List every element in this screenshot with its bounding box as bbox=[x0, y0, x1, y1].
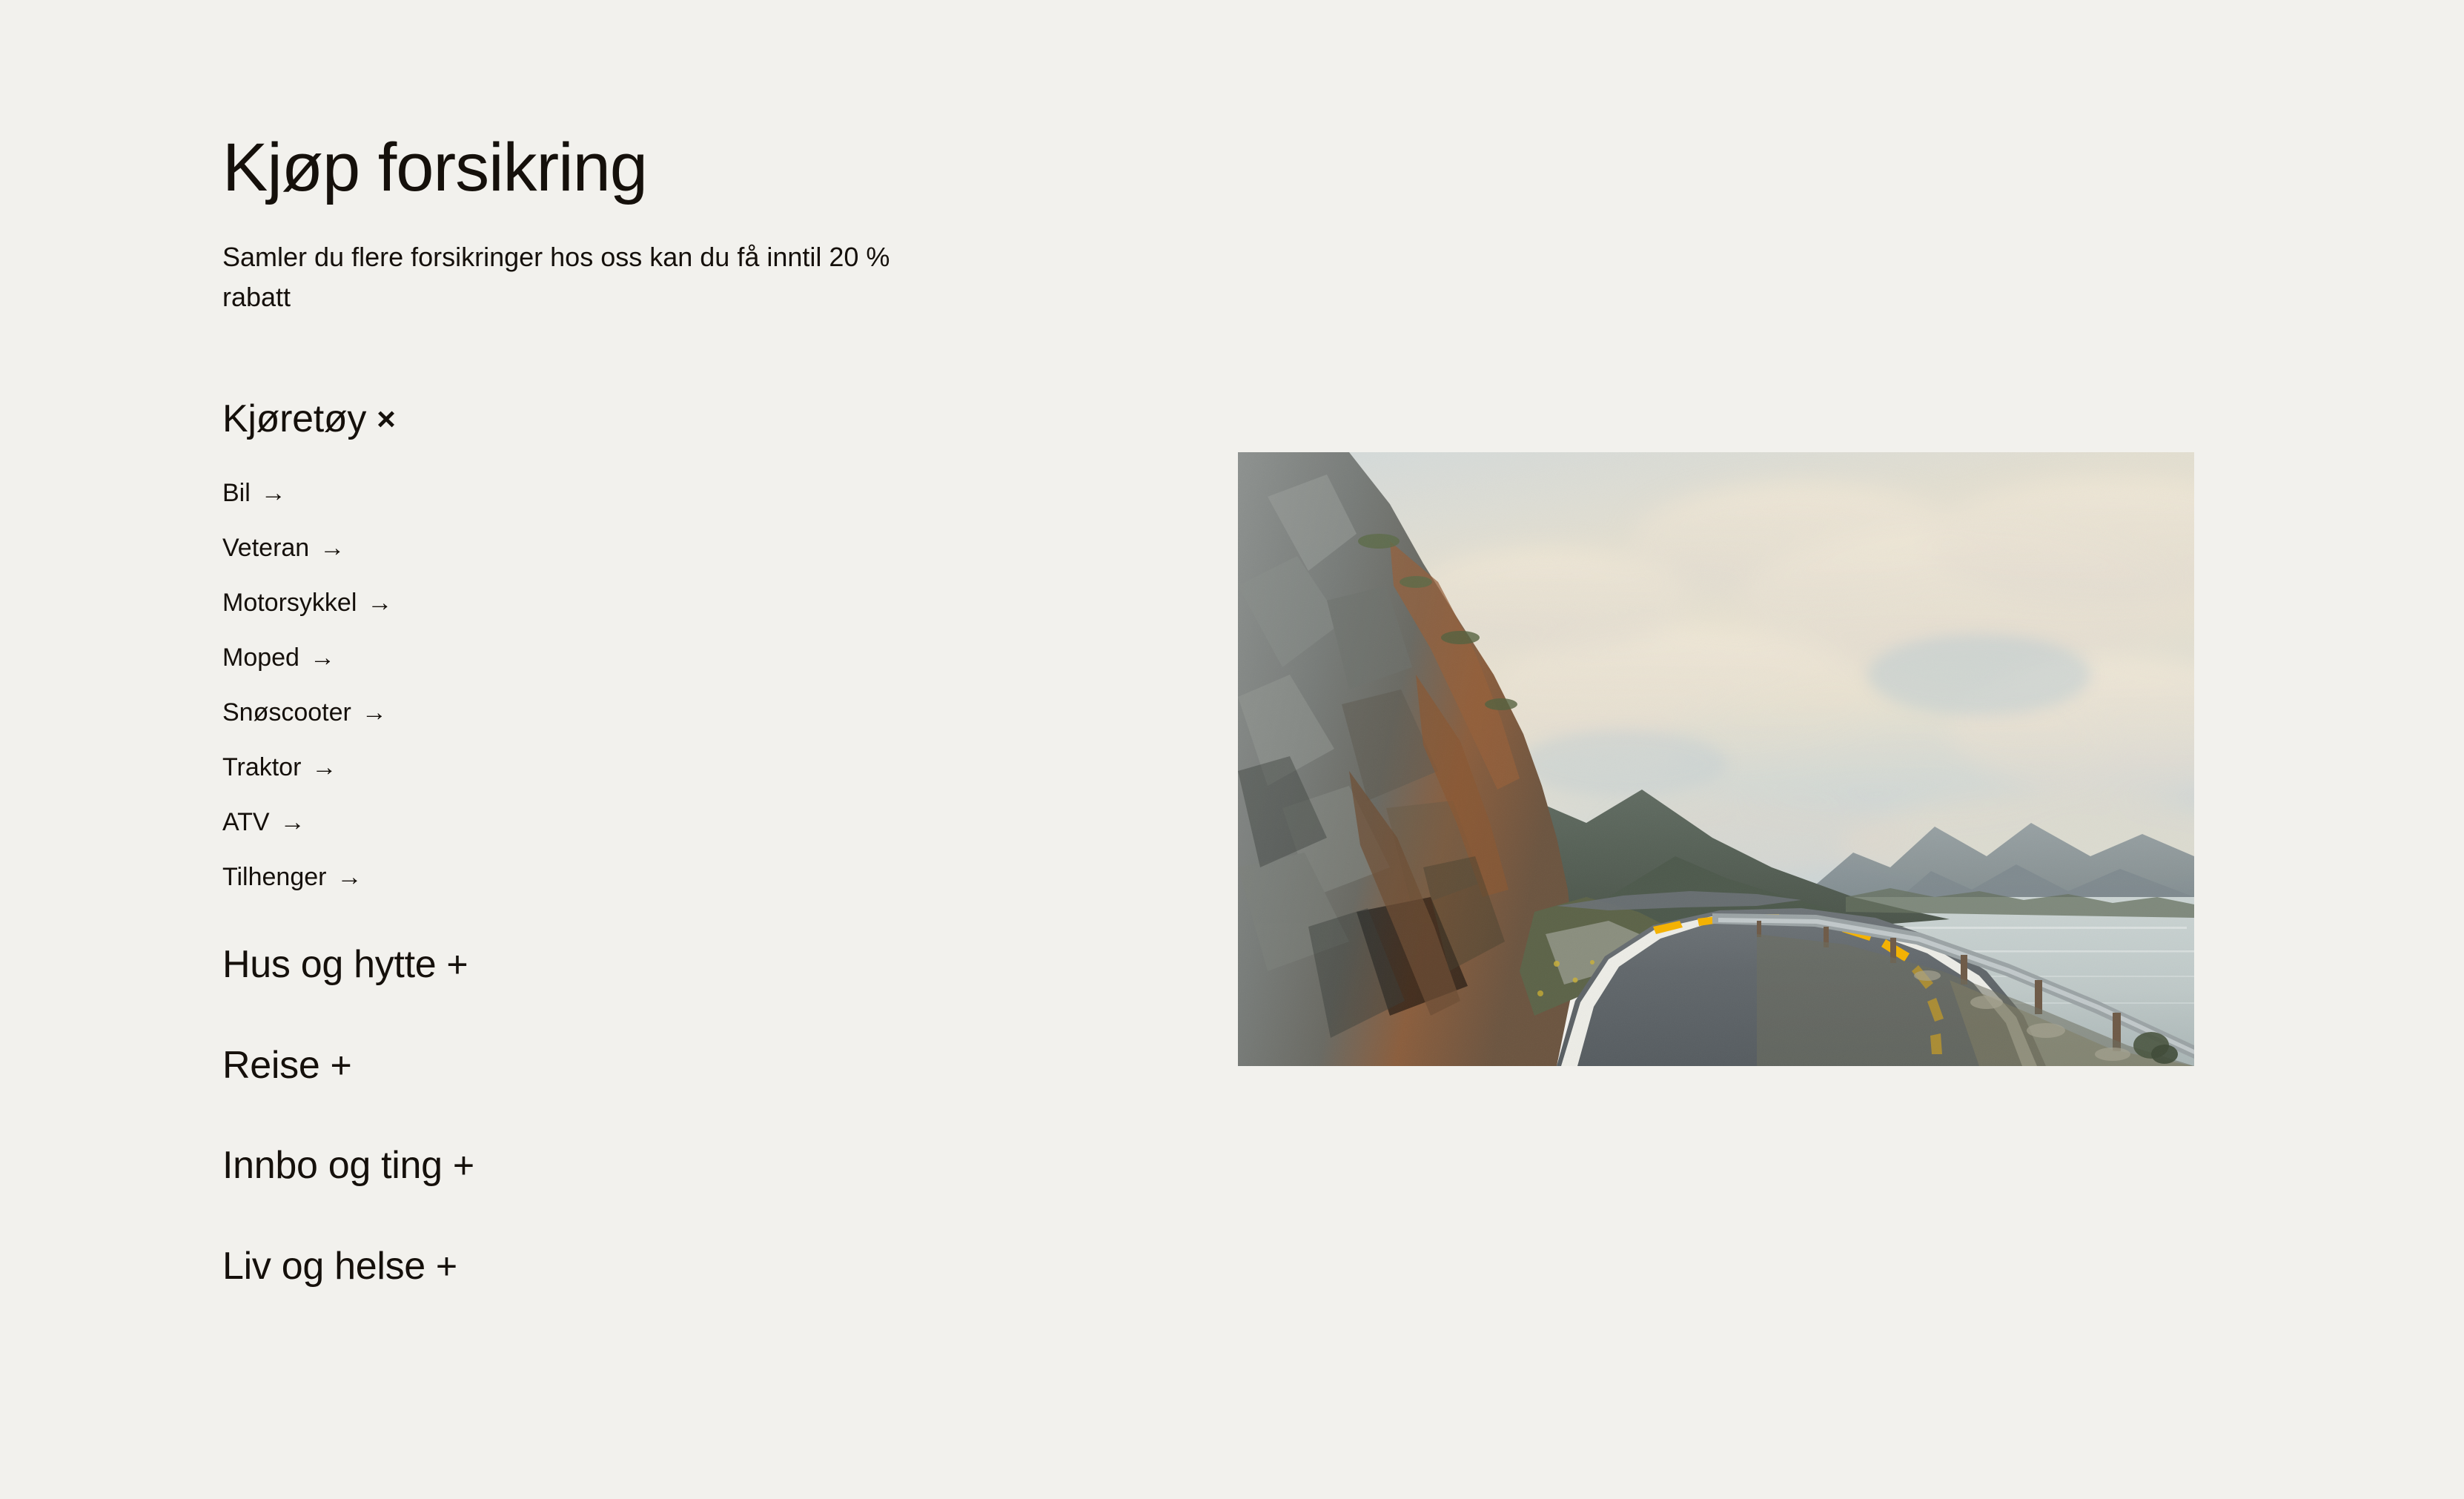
accordion-item-innbo-og-ting: Innbo og ting + bbox=[222, 1116, 1186, 1217]
accordion-header-innbo-og-ting[interactable]: Innbo og ting + bbox=[222, 1116, 1186, 1217]
sub-link-label: Traktor bbox=[222, 752, 302, 781]
arrow-right-icon: → bbox=[319, 533, 345, 562]
sub-link-label: Bil bbox=[222, 478, 251, 507]
sub-link-tilhenger[interactable]: Tilhenger → bbox=[222, 850, 1186, 904]
accordion-item-reise: Reise + bbox=[222, 1016, 1186, 1116]
sub-link-label: Moped bbox=[222, 643, 299, 672]
plus-icon[interactable]: + bbox=[453, 1145, 474, 1188]
hero-photo-illustration bbox=[1238, 452, 2194, 1066]
accordion-header-hus-og-hytte[interactable]: Hus og hytte + bbox=[222, 915, 1186, 1016]
accordion-label: Liv og helse bbox=[222, 1245, 425, 1288]
sub-link-motorsykkel[interactable]: Motorsykkel → bbox=[222, 575, 1186, 630]
arrow-right-icon: → bbox=[309, 643, 335, 672]
accordion-item-hus-og-hytte: Hus og hytte + bbox=[222, 915, 1186, 1016]
sub-link-label: ATV bbox=[222, 807, 270, 836]
plus-icon[interactable]: + bbox=[436, 1245, 457, 1288]
accordion-item-liv-og-helse: Liv og helse + bbox=[222, 1217, 1186, 1317]
sub-link-atv[interactable]: ATV → bbox=[222, 795, 1186, 850]
page-root: Kjøp forsikring Samler du flere forsikri… bbox=[0, 0, 2464, 1499]
arrow-right-icon: → bbox=[367, 588, 393, 617]
accordion-item-kjoretoy: Kjøretøy × Bil → Veteran → Motorsykkel → Mop… bbox=[222, 397, 1186, 915]
arrow-right-icon: → bbox=[361, 698, 387, 727]
panel-spacer bbox=[222, 904, 1186, 915]
sub-link-veteran[interactable]: Veteran → bbox=[222, 520, 1186, 575]
arrow-right-icon: → bbox=[260, 478, 286, 507]
arrow-right-icon: → bbox=[337, 862, 362, 891]
accordion-label: Hus og hytte bbox=[222, 942, 437, 986]
accordion-label: Reise bbox=[222, 1043, 320, 1087]
arrow-right-icon: → bbox=[311, 752, 337, 781]
sub-link-label: Veteran bbox=[222, 533, 310, 562]
sub-link-moped[interactable]: Moped → bbox=[222, 630, 1186, 685]
arrow-right-icon: → bbox=[279, 807, 305, 836]
accordion-header-liv-og-helse[interactable]: Liv og helse + bbox=[222, 1217, 1186, 1317]
plus-icon[interactable]: + bbox=[446, 944, 468, 987]
close-icon[interactable]: × bbox=[377, 401, 396, 439]
plus-icon[interactable]: + bbox=[330, 1045, 351, 1088]
accordion-label: Innbo og ting bbox=[222, 1144, 443, 1188]
page-intro: Samler du flere forsikringer hos oss kan… bbox=[222, 242, 890, 312]
hero-photo bbox=[1238, 452, 2194, 1066]
insurance-accordion: Kjøretøy × Bil → Veteran → Motorsykkel → Mop… bbox=[222, 397, 1186, 1317]
accordion-header-kjoretoy[interactable]: Kjøretøy × bbox=[222, 397, 1186, 442]
page-title: Kjøp forsikring bbox=[222, 130, 648, 205]
sub-link-label: Snøscooter bbox=[222, 698, 351, 727]
accordion-panel-kjoretoy: Bil → Veteran → Motorsykkel → Moped → Snøsco… bbox=[222, 466, 1186, 915]
sub-link-traktor[interactable]: Traktor → bbox=[222, 740, 1186, 795]
sub-link-bil[interactable]: Bil → bbox=[222, 466, 1186, 520]
content-column: Kjøp forsikring Samler du flere forsikri… bbox=[222, 0, 1186, 1317]
sub-link-label: Motorsykkel bbox=[222, 588, 357, 617]
accordion-label: Kjøretøy bbox=[222, 397, 367, 440]
sub-link-snoscooter[interactable]: Snøscooter → bbox=[222, 685, 1186, 740]
sub-link-label: Tilhenger bbox=[222, 862, 327, 891]
accordion-header-reise[interactable]: Reise + bbox=[222, 1016, 1186, 1116]
